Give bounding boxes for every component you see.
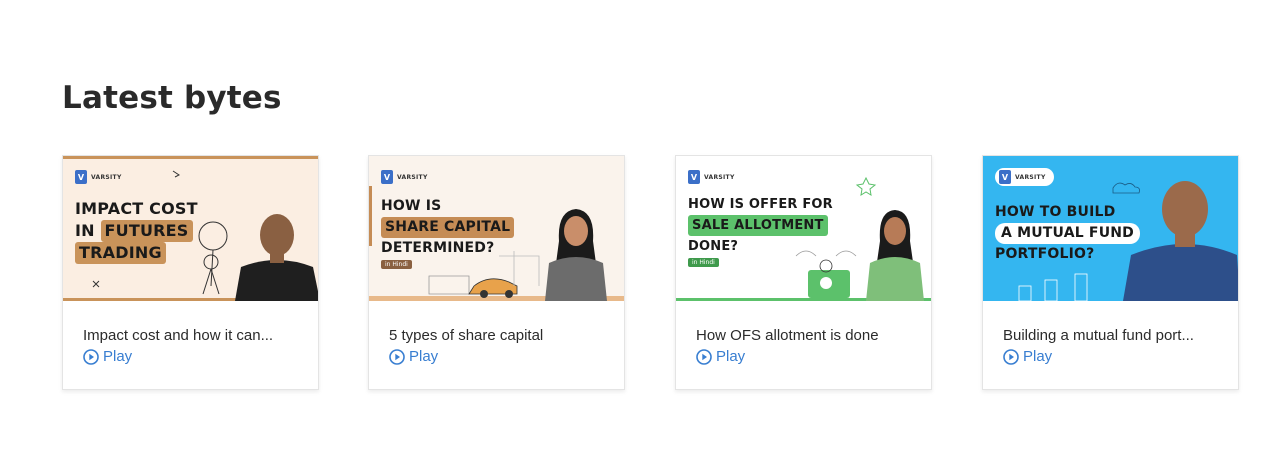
play-circle-icon	[389, 348, 405, 365]
thumbnail-headline: HOW IS OFFER FOR SALE ALLOTMENT DONE?	[688, 197, 833, 254]
card-body: Impact cost and how it can... Play	[63, 301, 318, 365]
thumbnail-headline: IMPACT COST IN FUTURES TRADING	[75, 199, 198, 264]
brand: V VARSITY	[75, 170, 122, 184]
video-thumbnail[interactable]: V VARSITY HOW IS OFFER FOR SALE ALLOTMEN…	[676, 156, 931, 301]
card-title[interactable]: Building a mutual fund port...	[1003, 327, 1238, 344]
play-button[interactable]: Play	[389, 348, 624, 365]
play-circle-icon	[696, 348, 712, 365]
play-button[interactable]: Play	[696, 348, 931, 365]
presenter-image	[866, 210, 924, 301]
presenter-image	[545, 209, 607, 301]
play-button[interactable]: Play	[83, 348, 318, 365]
presenter-image	[1123, 181, 1238, 301]
brand: V VARSITY	[995, 168, 1054, 186]
video-thumbnail[interactable]: V VARSITY HOW IS SHARE CAPITAL DETERMINE…	[369, 156, 624, 301]
varsity-logo-icon: V	[75, 170, 87, 184]
thumbnail-headline: HOW IS SHARE CAPITAL DETERMINED?	[381, 196, 515, 259]
bytes-list: V VARSITY IMPACT COST IN FUTURES TRADING…	[62, 155, 1242, 392]
card-title[interactable]: How OFS allotment is done	[696, 327, 931, 344]
play-button[interactable]: Play	[1003, 348, 1238, 365]
card-title[interactable]: Impact cost and how it can...	[83, 327, 318, 344]
presenter-image	[235, 214, 318, 301]
card-title[interactable]: 5 types of share capital	[389, 327, 624, 344]
language-tag: in Hindi	[381, 260, 412, 269]
play-circle-icon	[83, 348, 99, 365]
card-body: 5 types of share capital Play	[369, 301, 624, 365]
thumbnail-headline: HOW TO BUILD A MUTUAL FUND PORTFOLIO?	[995, 202, 1140, 265]
brand: V VARSITY	[381, 170, 428, 184]
card-body: How OFS allotment is done Play	[676, 301, 931, 365]
byte-card-share-capital[interactable]: V VARSITY HOW IS SHARE CAPITAL DETERMINE…	[368, 155, 625, 390]
varsity-logo-icon: V	[999, 170, 1011, 184]
language-tag: in Hindi	[688, 258, 719, 267]
varsity-logo-icon: V	[688, 170, 700, 184]
byte-card-ofs-allotment[interactable]: V VARSITY HOW IS OFFER FOR SALE ALLOTMEN…	[675, 155, 932, 390]
card-body: Building a mutual fund port... Play	[983, 301, 1238, 365]
video-thumbnail[interactable]: V VARSITY IMPACT COST IN FUTURES TRADING	[63, 156, 318, 301]
byte-card-impact-cost[interactable]: V VARSITY IMPACT COST IN FUTURES TRADING…	[62, 155, 319, 390]
video-thumbnail[interactable]: V VARSITY HOW TO BUILD A MUTUAL FUND POR…	[983, 156, 1238, 301]
play-circle-icon	[1003, 348, 1019, 365]
brand: V VARSITY	[688, 170, 735, 184]
byte-card-mutual-fund[interactable]: V VARSITY HOW TO BUILD A MUTUAL FUND POR…	[982, 155, 1239, 390]
section-title: Latest bytes	[62, 80, 282, 116]
varsity-logo-icon: V	[381, 170, 393, 184]
